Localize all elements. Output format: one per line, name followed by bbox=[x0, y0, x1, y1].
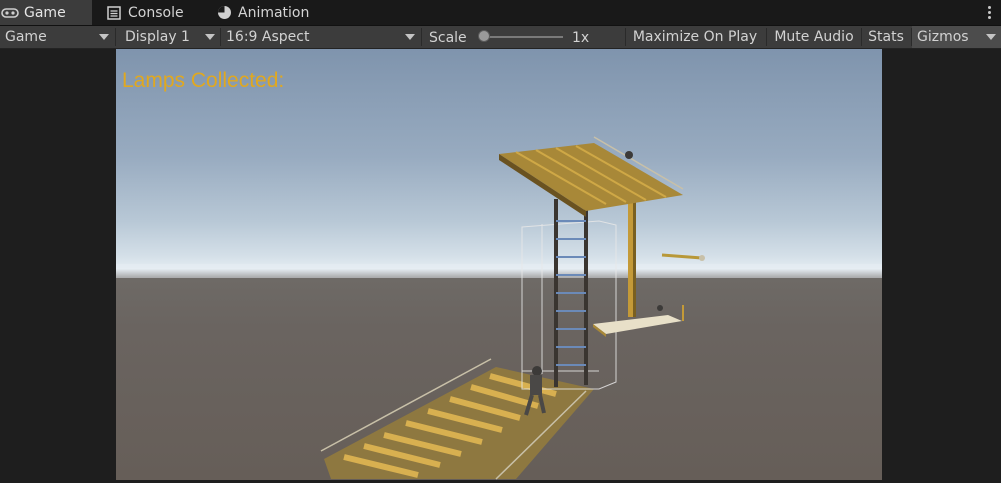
tab-console-label: Console bbox=[128, 4, 184, 21]
collider-gizmo bbox=[521, 220, 617, 390]
display-label: Display 1 bbox=[125, 29, 190, 45]
display-mode-dropdown[interactable]: Game bbox=[0, 26, 114, 48]
toolbar-divider bbox=[115, 28, 116, 46]
mute-audio-button[interactable]: Mute Audio bbox=[768, 26, 860, 48]
tower bbox=[628, 199, 636, 317]
chevron-down-icon bbox=[986, 34, 996, 40]
chevron-down-icon bbox=[205, 34, 215, 40]
gizmos-label: Gizmos bbox=[917, 29, 969, 45]
toolbar-divider bbox=[421, 28, 422, 46]
editor-tab-bar: Game Console Animation bbox=[0, 0, 1001, 26]
gizmos-dropdown[interactable]: Gizmos bbox=[912, 26, 1001, 48]
bottom-platform bbox=[320, 358, 594, 480]
chevron-down-icon bbox=[405, 34, 415, 40]
game-scene bbox=[116, 136, 882, 480]
lamps-collected-label: Lamps Collected: bbox=[122, 69, 285, 92]
scale-slider-thumb[interactable] bbox=[478, 30, 490, 42]
game-view-toolbar: Game Display 1 16:9 Aspect Scale 1x Maxi… bbox=[0, 26, 1001, 49]
floating-object bbox=[661, 253, 705, 261]
tab-animation-label: Animation bbox=[238, 4, 310, 21]
far-platform bbox=[593, 305, 684, 337]
console-icon bbox=[104, 3, 124, 23]
aspect-label: 16:9 Aspect bbox=[226, 29, 310, 45]
scale-slider-track[interactable] bbox=[485, 36, 563, 38]
chevron-down-icon bbox=[99, 34, 109, 40]
toolbar-divider bbox=[766, 28, 767, 46]
aspect-dropdown[interactable]: 16:9 Aspect bbox=[221, 26, 420, 48]
animation-icon bbox=[214, 3, 234, 23]
scale-label: Scale bbox=[429, 30, 467, 46]
tab-game[interactable]: Game bbox=[0, 0, 92, 25]
game-viewport[interactable]: Lamps Collected: bbox=[116, 49, 882, 480]
more-options-icon[interactable] bbox=[983, 1, 995, 23]
stats-button[interactable]: Stats bbox=[862, 26, 910, 48]
ladder bbox=[554, 199, 588, 387]
top-platform bbox=[499, 136, 684, 217]
display-mode-label: Game bbox=[5, 29, 47, 45]
tab-game-label: Game bbox=[24, 4, 66, 21]
gamepad-icon bbox=[0, 3, 20, 23]
tab-animation[interactable]: Animation bbox=[214, 0, 324, 25]
maximize-on-play-button[interactable]: Maximize On Play bbox=[626, 26, 764, 48]
scale-value: 1x bbox=[572, 30, 590, 46]
display-dropdown[interactable]: Display 1 bbox=[120, 26, 220, 48]
tab-console[interactable]: Console bbox=[104, 0, 204, 25]
